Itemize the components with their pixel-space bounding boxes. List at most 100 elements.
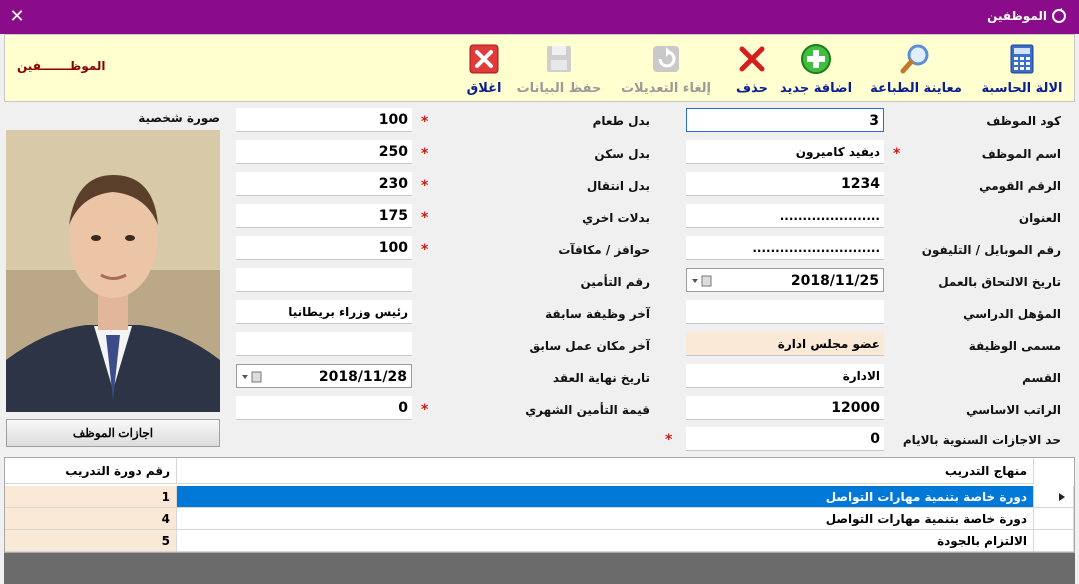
join-date-value: 2018/11/25 <box>790 273 879 289</box>
other-allowances-field[interactable]: 175 <box>236 204 412 228</box>
housing-allowance-field[interactable]: 250 <box>236 140 412 164</box>
training-grid: منهاج التدريب رقم دورة التدريب دورة خاصة… <box>4 457 1075 553</box>
add-new-button[interactable]: اضافة جديد <box>776 43 856 99</box>
delete-x-icon <box>739 46 765 72</box>
job-title-field[interactable]: عضو مجلس ادارة <box>686 332 884 356</box>
contract-end-value: 2018/11/28 <box>318 369 407 385</box>
national-id-label: الرقم القومي <box>979 179 1061 193</box>
other-allowances-label: بدلات اخري <box>582 211 650 225</box>
bonuses-field[interactable]: 100 <box>236 236 412 260</box>
toolbar: الالة الحاسبة معاينة الطباعة اضافة جديد … <box>4 34 1075 102</box>
grid-footer <box>4 553 1075 584</box>
grid-header-program[interactable]: منهاج التدريب <box>174 458 1034 484</box>
last-job-field[interactable]: رئيس وزراء بريطانيا <box>236 300 412 324</box>
basic-salary-label: الراتب الاساسي <box>966 403 1061 417</box>
housing-allowance-label: بدل سكن <box>594 147 650 161</box>
delete-button[interactable]: حذف <box>730 43 774 99</box>
required-star: * <box>893 146 901 162</box>
national-id-field[interactable]: 1234 <box>686 172 884 196</box>
table-row[interactable]: دورة خاصة بتنمية مهارات التواصل <box>174 486 1034 508</box>
close-label: اغلاق <box>466 81 502 96</box>
grid-header-course-no[interactable]: رقم دورة التدريب <box>5 458 177 484</box>
last-job-label: آخر وظيفة سابقة <box>545 307 650 321</box>
calendar-dropdown-icon[interactable] <box>241 371 263 383</box>
table-row[interactable]: دورة خاصة بتنمية مهارات التواصل <box>174 508 1034 530</box>
calculator-icon <box>1010 44 1034 74</box>
window-title: الموظفين <box>987 9 1047 23</box>
required-star: * <box>421 178 429 194</box>
print-preview-button[interactable]: معاينة الطباعة <box>866 43 966 99</box>
close-icon[interactable]: ✕ <box>5 4 29 28</box>
last-workplace-label: آخر مكان عمل سابق <box>529 339 651 353</box>
save-data-button[interactable]: حفظ البيانات <box>514 43 604 99</box>
required-star: * <box>421 114 429 130</box>
cancel-edits-label: إلغاء التعديلات <box>620 81 712 96</box>
portrait-image <box>6 130 220 412</box>
food-allowance-label: بدل طعام <box>592 114 650 128</box>
annual-leave-label: حد الاجازات السنوية بالايام <box>902 433 1061 447</box>
contract-end-field[interactable]: 2018/11/28 <box>236 364 412 388</box>
magnifier-icon <box>900 44 929 74</box>
required-star: * <box>665 432 673 448</box>
required-star: * <box>421 242 429 258</box>
print-preview-label: معاينة الطباعة <box>870 81 962 96</box>
basic-salary-field[interactable]: 12000 <box>686 396 884 420</box>
transport-allowance-label: بدل انتقال <box>586 179 650 193</box>
annual-leave-field[interactable]: 0 <box>686 427 884 451</box>
row-selector[interactable] <box>1034 486 1074 508</box>
delete-label: حذف <box>736 81 768 96</box>
emp-code-label: كود الموظف <box>986 114 1061 128</box>
phone-field[interactable]: ............................ <box>686 236 884 260</box>
monthly-insurance-field[interactable]: 0 <box>236 396 412 420</box>
qualification-field[interactable] <box>686 300 884 324</box>
photo-label: صورة شخصية <box>138 111 220 125</box>
required-star: * <box>421 210 429 226</box>
calculator-button[interactable]: الالة الحاسبة <box>976 43 1068 99</box>
table-row[interactable]: الالتزام بالجودة <box>174 530 1034 552</box>
emp-code-field[interactable]: 3 <box>686 108 884 132</box>
close-button[interactable]: اغلاق <box>462 43 506 99</box>
contract-end-label: تاريخ نهاية العقد <box>552 371 650 385</box>
brand-label: الموظـــــــفين <box>17 59 106 73</box>
table-row[interactable]: 1 <box>5 486 177 508</box>
save-disk-icon <box>547 46 571 72</box>
department-field[interactable]: الادارة <box>686 364 884 388</box>
join-date-label: تاريخ الالتحاق بالعمل <box>938 275 1061 289</box>
employee-leaves-button[interactable]: اجازات الموظف <box>6 419 220 447</box>
refresh-icon <box>1052 8 1066 23</box>
insurance-no-field[interactable] <box>236 268 412 292</box>
close-box-icon <box>469 44 499 74</box>
cancel-edits-button[interactable]: إلغاء التعديلات <box>616 43 716 99</box>
monthly-insurance-label: قيمة التأمين الشهري <box>525 403 650 417</box>
food-allowance-field[interactable]: 100 <box>236 108 412 132</box>
last-workplace-field[interactable] <box>236 332 412 356</box>
address-label: العنوان <box>1018 211 1061 225</box>
employee-photo[interactable] <box>6 130 220 412</box>
required-star: * <box>421 402 429 418</box>
add-new-label: اضافة جديد <box>779 81 853 96</box>
plus-icon <box>801 44 831 74</box>
save-data-label: حفظ البيانات <box>516 81 602 96</box>
emp-name-label: اسم الموظف <box>981 147 1061 161</box>
table-row[interactable]: 5 <box>5 530 177 552</box>
table-row[interactable]: 4 <box>5 508 177 530</box>
qualification-label: المؤهل الدراسي <box>963 307 1061 321</box>
insurance-no-label: رقم التأمين <box>580 275 650 289</box>
calendar-dropdown-icon[interactable] <box>691 275 713 287</box>
address-field[interactable]: ...................... <box>686 204 884 228</box>
phone-label: رقم الموبايل / التليفون <box>921 243 1061 257</box>
join-date-field[interactable]: 2018/11/25 <box>686 268 884 292</box>
bonuses-label: حوافز / مكافآت <box>558 243 650 257</box>
emp-name-field[interactable]: ديفيد كاميرون <box>686 140 884 164</box>
calculator-label: الالة الحاسبة <box>981 81 1063 96</box>
department-label: القسم <box>1022 371 1061 385</box>
row-pointer-icon <box>1059 493 1065 501</box>
row-selector[interactable] <box>1034 530 1074 552</box>
job-title-label: مسمى الوظيفة <box>968 339 1061 353</box>
transport-allowance-field[interactable]: 230 <box>236 172 412 196</box>
row-selector[interactable] <box>1034 508 1074 530</box>
required-star: * <box>421 146 429 162</box>
title-bar: ✕ الموظفين <box>0 0 1079 34</box>
employees-window: ✕ الموظفين الالة الحاسبة معاينة الطباعة … <box>0 0 1079 584</box>
undo-icon <box>653 46 679 72</box>
